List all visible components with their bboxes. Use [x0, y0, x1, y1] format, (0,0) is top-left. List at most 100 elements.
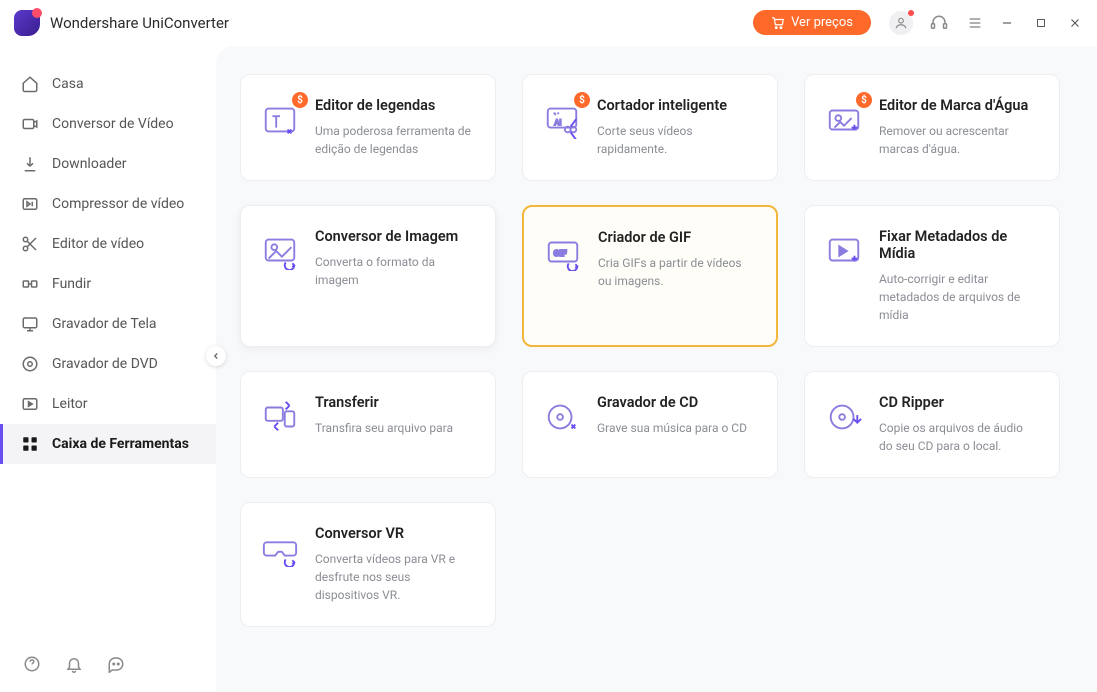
- gif-maker-icon: GIF: [544, 233, 582, 271]
- tool-card-smart-trimmer[interactable]: AI $ Cortador inteligente Corte seus víd…: [522, 74, 778, 181]
- premium-badge: $: [574, 92, 590, 108]
- cd-burner-icon: [543, 398, 581, 436]
- sidebar-item-video-converter[interactable]: Conversor de Vídeo: [0, 104, 216, 144]
- vr-converter-icon: [261, 529, 299, 567]
- tool-card-title: Transferir: [315, 394, 475, 411]
- sidebar-item-label: Downloader: [52, 156, 127, 172]
- tool-card-title: Fixar Metadados de Mídia: [879, 228, 1039, 262]
- notifications-button[interactable]: [64, 654, 84, 674]
- help-button[interactable]: [22, 654, 42, 674]
- sidebar-item-player[interactable]: Leitor: [0, 384, 216, 424]
- tool-card-cd-ripper[interactable]: CD Ripper Copie os arquivos de áudio do …: [804, 371, 1060, 478]
- tool-card-title: Cortador inteligente: [597, 97, 757, 114]
- tool-card-subtitle-editor[interactable]: $ Editor de legendas Uma poderosa ferram…: [240, 74, 496, 181]
- user-avatar[interactable]: [889, 11, 913, 35]
- player-icon: [20, 394, 40, 414]
- sidebar-item-label: Gravador de DVD: [52, 356, 158, 372]
- minimize-button[interactable]: [999, 15, 1015, 31]
- sidebar-item-label: Conversor de Vídeo: [52, 116, 174, 132]
- tool-card-title: Editor de legendas: [315, 97, 475, 114]
- home-icon: [20, 74, 40, 94]
- headset-icon: [930, 14, 948, 32]
- tool-card-title: Gravador de CD: [597, 394, 757, 411]
- sidebar-item-label: Leitor: [52, 396, 88, 412]
- sidebar-item-label: Compressor de vídeo: [52, 196, 184, 212]
- maximize-button[interactable]: [1033, 15, 1049, 31]
- support-button[interactable]: [929, 13, 949, 33]
- tool-card-watermark-editor[interactable]: $ Editor de Marca d'Água Remover ou acre…: [804, 74, 1060, 181]
- subtitle-editor-icon: $: [261, 101, 299, 139]
- sidebar-item-home[interactable]: Casa: [0, 64, 216, 104]
- sidebar-item-label: Fundir: [52, 276, 91, 292]
- title-bar: Wondershare UniConverter Ver preços: [0, 0, 1097, 46]
- pricing-label: Ver preços: [791, 15, 853, 30]
- tool-card-title: Criador de GIF: [598, 229, 756, 246]
- chevron-left-icon: [211, 351, 221, 361]
- disc-icon: [20, 354, 40, 374]
- sidebar-item-editor[interactable]: Editor de vídeo: [0, 224, 216, 264]
- sidebar-item-compressor[interactable]: Compressor de vídeo: [0, 184, 216, 224]
- tool-card-desc: Remover ou acrescentar marcas d'água.: [879, 122, 1039, 158]
- svg-text:GIF: GIF: [554, 249, 567, 259]
- metadata-icon: [825, 232, 863, 270]
- video-converter-icon: [20, 114, 40, 134]
- sidebar-item-screen-recorder[interactable]: Gravador de Tela: [0, 304, 216, 344]
- download-icon: [20, 154, 40, 174]
- tool-card-image-converter[interactable]: Conversor de Imagem Converta o formato d…: [240, 205, 496, 347]
- help-icon: [23, 655, 41, 673]
- merge-icon: [20, 274, 40, 294]
- tool-card-gif-maker[interactable]: GIF Criador de GIF Cria GIFs a partir de…: [522, 205, 778, 347]
- menu-button[interactable]: [965, 13, 985, 33]
- tool-card-desc: Transfira seu arquivo para: [315, 419, 475, 437]
- scissors-icon: [20, 234, 40, 254]
- premium-badge: $: [292, 92, 308, 108]
- tool-card-transfer[interactable]: Transferir Transfira seu arquivo para: [240, 371, 496, 478]
- sidebar: Casa Conversor de Vídeo Downloader Compr…: [0, 46, 216, 692]
- tool-card-desc: Auto-corrigir e editar metadados de arqu…: [879, 270, 1039, 324]
- tool-card-title: Editor de Marca d'Água: [879, 97, 1039, 114]
- sidebar-item-label: Casa: [52, 76, 84, 92]
- sidebar-item-label: Editor de vídeo: [52, 236, 144, 252]
- tool-card-desc: Copie os arquivos de áudio do seu CD par…: [879, 419, 1039, 455]
- image-converter-icon: [261, 232, 299, 270]
- sidebar-item-downloader[interactable]: Downloader: [0, 144, 216, 184]
- close-button[interactable]: [1067, 15, 1083, 31]
- tool-card-title: Conversor VR: [315, 525, 475, 542]
- tool-card-desc: Converta vídeos para VR e desfrute nos s…: [315, 550, 475, 604]
- feedback-button[interactable]: [106, 654, 126, 674]
- pricing-button[interactable]: Ver preços: [753, 10, 871, 35]
- tool-card-desc: Corte seus vídeos rapidamente.: [597, 122, 757, 158]
- tool-card-desc: Cria GIFs a partir de vídeos ou imagens.: [598, 254, 756, 290]
- user-icon: [894, 16, 908, 30]
- maximize-icon: [1035, 17, 1047, 29]
- hamburger-icon: [967, 15, 983, 31]
- sidebar-item-dvd-burner[interactable]: Gravador de DVD: [0, 344, 216, 384]
- cart-icon: [771, 16, 785, 30]
- sidebar-item-label: Caixa de Ferramentas: [52, 436, 189, 452]
- app-logo: [14, 10, 40, 36]
- tool-card-title: Conversor de Imagem: [315, 228, 475, 245]
- tool-card-desc: Uma poderosa ferramenta de edição de leg…: [315, 122, 475, 158]
- watermark-icon: $: [825, 101, 863, 139]
- screen-recorder-icon: [20, 314, 40, 334]
- app-title: Wondershare UniConverter: [50, 14, 229, 32]
- tool-card-fix-metadata[interactable]: Fixar Metadados de Mídia Auto-corrigir e…: [804, 205, 1060, 347]
- content-area: $ Editor de legendas Uma poderosa ferram…: [216, 46, 1097, 692]
- sidebar-item-label: Gravador de Tela: [52, 316, 157, 332]
- bell-icon: [65, 655, 83, 673]
- compressor-icon: [20, 194, 40, 214]
- cd-ripper-icon: [825, 398, 863, 436]
- sidebar-item-merge[interactable]: Fundir: [0, 264, 216, 304]
- tool-card-cd-burner[interactable]: Gravador de CD Grave sua música para o C…: [522, 371, 778, 478]
- smart-trimmer-icon: AI $: [543, 101, 581, 139]
- tool-card-desc: Grave sua música para o CD: [597, 419, 757, 437]
- toolbox-icon: [20, 434, 40, 454]
- tool-card-title: CD Ripper: [879, 394, 1039, 411]
- tool-card-desc: Converta o formato da imagem: [315, 253, 475, 289]
- premium-badge: $: [856, 92, 872, 108]
- svg-text:AI: AI: [554, 118, 561, 127]
- sidebar-item-toolbox[interactable]: Caixa de Ferramentas: [0, 424, 216, 464]
- minimize-icon: [1000, 16, 1014, 30]
- tool-card-vr-converter[interactable]: Conversor VR Converta vídeos para VR e d…: [240, 502, 496, 627]
- sidebar-collapse-button[interactable]: [206, 346, 226, 366]
